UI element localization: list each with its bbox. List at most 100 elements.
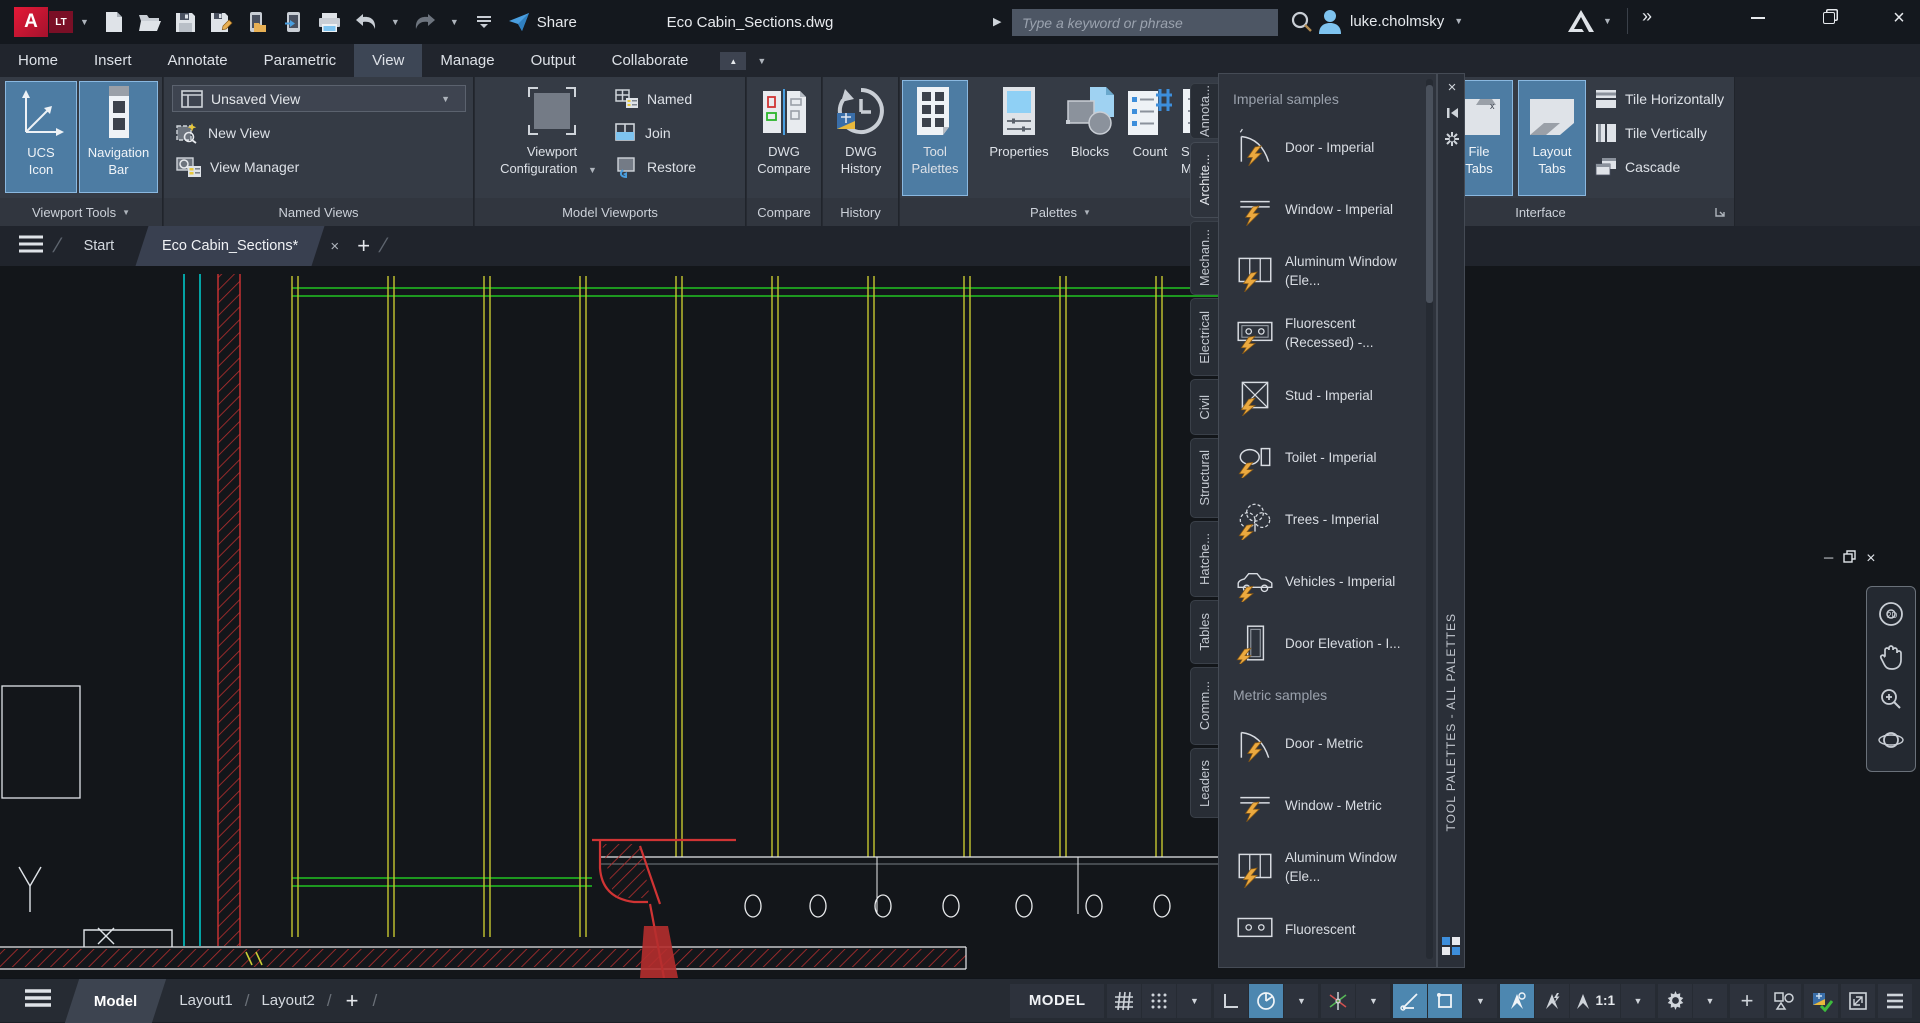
layout2-tab[interactable]: Layout2 <box>255 992 320 1009</box>
panel-footer-viewport-tools[interactable]: Viewport Tools▼ <box>0 198 162 226</box>
view-list-dropdown[interactable]: Unsaved View ▼ <box>172 85 466 112</box>
palette-item-door-metric[interactable]: Door - Metric <box>1233 712 1436 774</box>
palette-scrollbar[interactable] <box>1426 79 1433 959</box>
cascade-button[interactable]: Cascade <box>1595 153 1680 181</box>
annotation-scale-caret[interactable]: ▼ <box>1621 984 1655 1018</box>
palette-tab-command[interactable]: Comm... <box>1190 667 1218 745</box>
palette-tab-tables[interactable]: Tables <box>1190 600 1218 664</box>
file-tab-close-icon[interactable]: × <box>330 238 339 255</box>
search-input[interactable] <box>1012 9 1278 36</box>
palette-autohide-icon[interactable] <box>1438 100 1466 126</box>
window-restore-button[interactable] <box>1806 0 1852 36</box>
drawing-canvas[interactable]: ─ × 2D <box>0 266 1920 978</box>
viewport-close-icon[interactable]: × <box>1866 550 1875 568</box>
navigation-wheel-icon[interactable]: 2D <box>1878 601 1904 632</box>
snap-mode-toggle[interactable] <box>1142 984 1176 1018</box>
new-layout-button[interactable]: + <box>346 988 359 1014</box>
tile-vertically-button[interactable]: Tile Vertically <box>1595 119 1707 147</box>
polar-tracking-toggle[interactable] <box>1249 984 1283 1018</box>
palette-item-fluorescent-metric[interactable]: Fluorescent <box>1233 898 1436 960</box>
viewport-restore-icon[interactable] <box>1843 550 1856 568</box>
navigation-bar-toggle-button[interactable]: NavigationBar <box>79 81 158 193</box>
palette-item-aluminum-window-metric[interactable]: Aluminum Window (Ele... <box>1233 836 1436 898</box>
redo-button[interactable] <box>412 9 438 35</box>
workspace-switching-button[interactable] <box>1658 984 1692 1018</box>
palette-item-door-elevation[interactable]: Door Elevation - I... <box>1233 612 1436 674</box>
object-snap-toggle[interactable] <box>1428 984 1462 1018</box>
palette-item-vehicles[interactable]: Vehicles - Imperial <box>1233 550 1436 612</box>
tool-palettes-button[interactable]: ToolPalettes <box>902 80 968 196</box>
window-close-button[interactable]: × <box>1876 0 1920 36</box>
palette-tab-leaders[interactable]: Leaders <box>1190 748 1218 818</box>
annotation-scale-button[interactable]: 1:1 <box>1570 984 1620 1018</box>
ribbon-tab-home[interactable]: Home <box>0 44 76 77</box>
view-manager-button[interactable]: View Manager <box>176 153 466 181</box>
clean-screen-button[interactable] <box>1841 984 1875 1018</box>
window-minimize-button[interactable] <box>1735 0 1781 36</box>
file-tab-active[interactable]: Eco Cabin_Sections* <box>136 226 325 266</box>
palette-item-door-imperial[interactable]: Door - Imperial <box>1233 116 1436 178</box>
layout-tabs-toggle-button[interactable]: LayoutTabs <box>1518 80 1586 196</box>
ucs-icon-toggle-button[interactable]: UCSIcon <box>5 81 77 193</box>
palette-tab-civil[interactable]: Civil <box>1190 379 1218 435</box>
customize-quick-access-button[interactable] <box>471 9 497 35</box>
ortho-mode-toggle[interactable] <box>1214 984 1248 1018</box>
palette-tab-electrical[interactable]: Electrical <box>1190 298 1218 376</box>
palette-close-icon[interactable]: × <box>1438 74 1466 100</box>
model-tab[interactable]: Model <box>65 979 167 1023</box>
zoom-icon[interactable] <box>1879 687 1903 716</box>
open-file-button[interactable] <box>137 9 163 35</box>
new-file-button[interactable] <box>101 9 127 35</box>
ribbon-tab-insert[interactable]: Insert <box>76 44 150 77</box>
dwg-history-button[interactable]: DWGHistory <box>828 80 894 196</box>
panel-footer-palettes[interactable]: Palettes▼ <box>900 198 1221 226</box>
palette-item-aluminum-window[interactable]: Aluminum Window (Ele... <box>1233 240 1436 302</box>
panel-footer-named-views[interactable]: Named Views <box>164 198 473 226</box>
palette-item-toilet[interactable]: Toilet - Imperial <box>1233 426 1436 488</box>
open-from-web-mobile-button[interactable] <box>245 9 271 35</box>
palette-item-stud[interactable]: Stud - Imperial <box>1233 364 1436 426</box>
annotation-visibility-toggle[interactable] <box>1500 984 1534 1018</box>
palette-tab-structural[interactable]: Structural <box>1190 438 1218 518</box>
ribbon-tab-annotate[interactable]: Annotate <box>150 44 246 77</box>
workspace-caret[interactable]: ▼ <box>1693 984 1727 1018</box>
panel-footer-compare[interactable]: Compare <box>747 198 821 226</box>
palette-item-window-imperial[interactable]: Window - Imperial <box>1233 178 1436 240</box>
undo-button[interactable] <box>353 9 379 35</box>
osnap-settings-caret[interactable]: ▼ <box>1463 984 1497 1018</box>
ribbon-tab-manage[interactable]: Manage <box>422 44 512 77</box>
ribbon-tab-view[interactable]: View <box>354 44 422 77</box>
polar-settings-caret[interactable]: ▼ <box>1284 984 1318 1018</box>
customization-menu-button[interactable] <box>1878 984 1912 1018</box>
ribbon-tab-parametric[interactable]: Parametric <box>246 44 355 77</box>
palette-properties-icon[interactable] <box>1438 126 1466 152</box>
more-toolbar-icon[interactable]: » <box>1642 6 1652 27</box>
blocks-palette-button[interactable]: Blocks <box>1060 80 1120 196</box>
save-as-button[interactable] <box>209 9 235 35</box>
snap-settings-caret[interactable]: ▼ <box>1177 984 1211 1018</box>
palette-tab-architectural[interactable]: Archite... <box>1190 142 1218 218</box>
file-tab-start[interactable]: Start <box>70 238 129 254</box>
graphics-performance-button[interactable] <box>1804 984 1838 1018</box>
pan-hand-icon[interactable] <box>1879 644 1903 675</box>
ribbon-minimize-button[interactable]: ▲ <box>720 52 746 70</box>
palette-tab-mechanical[interactable]: Mechan... <box>1190 221 1218 295</box>
viewport-minimize-icon[interactable]: ─ <box>1824 550 1833 568</box>
isometric-drafting-toggle[interactable] <box>1321 984 1355 1018</box>
grid-display-toggle[interactable] <box>1107 984 1141 1018</box>
title-expand-icon[interactable]: ▶ <box>993 15 1001 28</box>
redo-caret-icon[interactable]: ▼ <box>450 17 459 27</box>
dwg-compare-button[interactable]: DWGCompare <box>751 80 817 196</box>
palette-tab-hatches[interactable]: Hatche... <box>1190 521 1218 597</box>
panel-footer-history[interactable]: History <box>823 198 898 226</box>
ribbon-minimize-caret-icon[interactable]: ▼ <box>757 56 766 77</box>
undo-caret-icon[interactable]: ▼ <box>391 17 400 27</box>
new-drawing-tab-button[interactable]: + <box>357 233 370 259</box>
layout-menu-icon[interactable] <box>24 988 52 1013</box>
ribbon-tab-collaborate[interactable]: Collaborate <box>594 44 707 77</box>
new-view-button[interactable]: New View <box>176 119 466 147</box>
search-icon[interactable] <box>1290 10 1314 39</box>
restore-viewports-button[interactable]: Restore <box>615 153 696 181</box>
ribbon-tab-output[interactable]: Output <box>513 44 594 77</box>
tile-horizontally-button[interactable]: Tile Horizontally <box>1595 85 1724 113</box>
